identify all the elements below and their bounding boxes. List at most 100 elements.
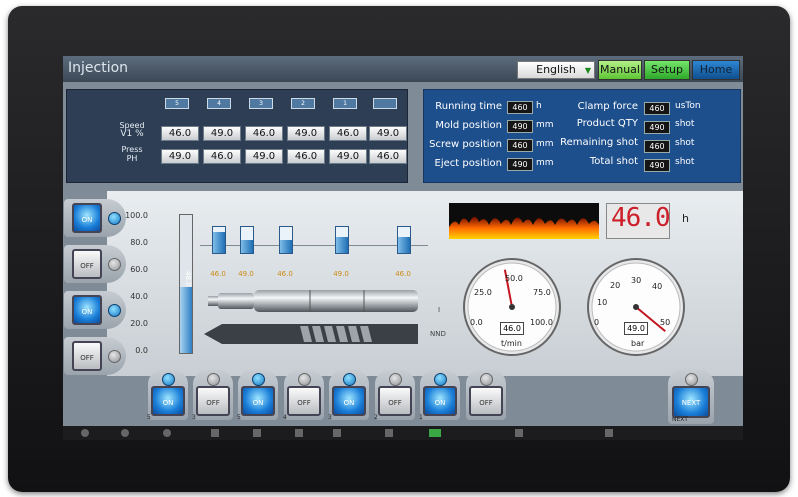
total-shot-label: Total shot [589, 156, 638, 167]
gauge2-tick: 50 [660, 318, 671, 327]
left-toggle-1[interactable]: ON [72, 203, 102, 233]
running-time-unit: h [536, 101, 542, 111]
pressure-fill [280, 240, 292, 253]
back-icon [81, 429, 89, 437]
bottom-toggle-1[interactable]: ON [151, 386, 185, 416]
scale-tick: 100.0 [125, 211, 148, 220]
remaining-shot-label: Remaining shot [560, 137, 638, 148]
manual-button[interactable]: Manual [598, 60, 642, 80]
eject-position-value: 490 [507, 158, 533, 171]
running-time-label: Running time [435, 101, 502, 112]
zone-header-4[interactable]: 4 [207, 98, 231, 109]
level-bar-fill [180, 287, 192, 353]
language-select[interactable]: English ▼ [517, 61, 595, 79]
product-qty-value: 490 [644, 121, 670, 134]
gauge2-tick: 0 [594, 318, 600, 327]
gauge2-tick: 30 [631, 276, 642, 285]
info-panel: Running time 460 h Mold position 490 mm … [423, 89, 741, 183]
gauge1-tick: 100.0 [530, 318, 553, 327]
zone-header-2[interactable]: 2 [291, 98, 315, 109]
bottom-toggle-5[interactable]: ON [332, 386, 366, 416]
product-qty-unit: shot [675, 119, 695, 129]
volume-down-icon [295, 429, 303, 437]
remaining-shot-unit: shot [675, 138, 695, 148]
bottom-toggle-7[interactable]: ON [423, 386, 457, 416]
zone-header-0[interactable] [373, 98, 397, 109]
bottom-toggle-6[interactable]: OFF [378, 386, 412, 416]
heater-readout: 46.0 [606, 203, 671, 239]
bottom-toggle-2[interactable]: OFF [196, 386, 230, 416]
heater-unit: h [682, 212, 689, 225]
indicator-led [685, 373, 698, 386]
bottom-toggle-3[interactable]: ON [241, 386, 275, 416]
next-button[interactable]: NEXT [672, 386, 710, 418]
speed-cell[interactable]: 46.0 [245, 126, 283, 141]
pressure-bar [240, 226, 254, 254]
bottom-toggle-8[interactable]: OFF [469, 386, 503, 416]
gauge1-value: 46.0 [500, 322, 524, 335]
toggle-index: 3 [328, 414, 332, 421]
indicator-led [207, 373, 220, 386]
indicator-led [389, 373, 402, 386]
zone-header-5[interactable]: 5 [165, 98, 189, 109]
left-toggle-2[interactable]: OFF [72, 249, 102, 279]
press-cell[interactable]: 49.0 [329, 149, 367, 164]
speed-unit-label: V1 % [120, 129, 144, 139]
barrel-table-panel: 5 4 3 2 1 Speed V1 % Press PH 46.0 49.0 … [66, 89, 408, 183]
speed-cell[interactable]: 49.0 [369, 126, 407, 141]
indicator-led [434, 373, 447, 386]
screw-barrel [254, 290, 418, 312]
indicator-led [108, 350, 121, 363]
toggle-index: 5 [237, 414, 241, 421]
speed-cell[interactable]: 46.0 [329, 126, 367, 141]
pressure-bar-value: 46.0 [210, 270, 226, 278]
toggle-index: 1 [419, 414, 423, 421]
gauge1-tick: 50.0 [505, 274, 523, 283]
zone-header-1[interactable]: 1 [333, 98, 357, 109]
scale-tick: 0.0 [135, 346, 148, 355]
zone-header-3[interactable]: 3 [249, 98, 273, 109]
pressure-bar [397, 226, 411, 254]
pressure-bar [279, 226, 293, 254]
next-sub-label: NEXT [672, 416, 688, 423]
clamp-force-value: 460 [644, 102, 670, 115]
indicator-led [108, 258, 121, 271]
speed-cell[interactable]: 46.0 [161, 126, 199, 141]
speed-cell[interactable]: 49.0 [203, 126, 241, 141]
scale-tick: 20.0 [130, 319, 148, 328]
screw-position-value: 460 [507, 139, 533, 152]
speed-cell[interactable]: 49.0 [287, 126, 325, 141]
bottom-toggle-4[interactable]: OFF [287, 386, 321, 416]
mold-position-value: 490 [507, 120, 533, 133]
total-shot-value: 490 [644, 159, 670, 172]
left-toggle-3[interactable]: ON [72, 295, 102, 325]
level-bar-label: 48.0 [184, 271, 192, 287]
pressure-bar-value: 49.0 [238, 270, 254, 278]
screw-assembly [204, 290, 418, 344]
pressure-bar [212, 226, 226, 254]
scale-tick: 80.0 [130, 238, 148, 247]
product-qty-label: Product QTY [576, 118, 638, 129]
chevron-down-icon: ▼ [584, 66, 591, 75]
setup-button[interactable]: Setup [644, 60, 690, 80]
scale-tick: 60.0 [130, 265, 148, 274]
toggle-index: 5 [147, 414, 151, 421]
press-cell[interactable]: 49.0 [161, 149, 199, 164]
press-cell[interactable]: 46.0 [287, 149, 325, 164]
eject-position-unit: mm [536, 158, 554, 168]
press-cell[interactable]: 46.0 [203, 149, 241, 164]
mold-position-unit: mm [536, 120, 554, 130]
toggle-index: 3 [192, 414, 196, 421]
clamp-force-unit: usTon [675, 101, 701, 111]
toggle-index: 2 [374, 414, 378, 421]
pressure-baseline [200, 245, 428, 246]
flame-icon [449, 216, 599, 239]
home-button[interactable]: Home [692, 60, 740, 80]
press-cell[interactable]: 49.0 [245, 149, 283, 164]
gauge1-unit: t/min [501, 339, 522, 348]
press-cell[interactable]: 46.0 [369, 149, 407, 164]
toggle-index: 4 [283, 414, 287, 421]
left-toggle-4[interactable]: OFF [72, 341, 102, 371]
press-unit-label: PH [126, 154, 138, 163]
pressure-bar-value: 49.0 [333, 270, 349, 278]
